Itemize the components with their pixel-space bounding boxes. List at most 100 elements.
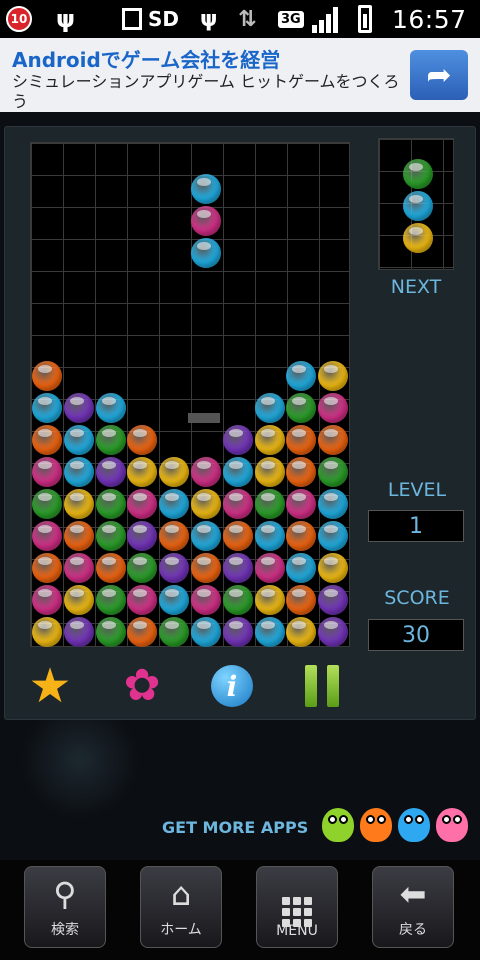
ball [254,489,285,519]
clock: 16:57 [392,4,467,34]
ad-banner[interactable]: Androidでゲーム会社を経営 シミュレーションアプリゲーム ヒットゲームをつ… [0,38,480,112]
ball [95,617,126,647]
ball [127,521,158,551]
ball [254,585,285,615]
level-value: 1 [368,510,464,542]
ball [222,617,253,647]
ball [159,553,190,583]
ball [286,361,317,391]
ball [191,553,221,583]
star-icon[interactable]: ★ [26,662,74,710]
sd-label: SD [148,7,180,31]
ball [222,585,253,615]
ball [286,553,317,583]
next-piece-balls [379,139,453,269]
notification-badge: 10 [6,0,36,38]
ball [127,489,158,519]
falling-ball [191,174,221,204]
ball [318,617,349,647]
ball [254,521,285,551]
home-icon: ⌂ [170,875,192,913]
ball [95,457,126,487]
ball [318,457,349,487]
ball [127,553,158,583]
ball [63,553,94,583]
ball [127,585,158,615]
ball [63,521,94,551]
falling-ball [191,206,221,236]
menu-button[interactable]: MENU [256,866,338,948]
ball [286,521,317,551]
ball [63,425,94,455]
ball [127,457,158,487]
ball [159,617,190,647]
usb-icon: ψ [56,5,76,33]
ball [254,617,285,647]
ball [32,425,62,455]
home-button[interactable]: ⌂ ホーム [140,866,222,948]
ball [286,585,317,615]
ball [32,617,62,647]
ball [222,521,253,551]
ball [222,553,253,583]
ball [32,457,62,487]
ad-title[interactable]: Androidでゲーム会社を経営 [12,44,280,73]
get-more-apps-link[interactable]: GET MORE APPS [162,818,308,837]
critter-icon[interactable] [322,808,354,842]
ball [222,425,253,455]
ball [32,521,62,551]
level-label: LEVEL [387,479,447,501]
ball [32,585,62,615]
info-button[interactable]: i [208,662,256,710]
ball [318,393,349,423]
ball [318,553,349,583]
game-board[interactable] [30,142,350,647]
ball [32,361,62,391]
flower-icon[interactable]: ✿ [118,662,166,710]
back-button[interactable]: ⬅ 戻る [372,866,454,948]
critter-icon[interactable] [360,808,392,842]
next-ball [403,191,433,221]
ball [95,585,126,615]
ball [318,521,349,551]
ball [254,425,285,455]
pause-button[interactable] [298,662,346,710]
ball [159,585,190,615]
ball [286,393,317,423]
critter-icon[interactable] [398,808,430,842]
next-label: NEXT [390,276,442,298]
ball [191,489,221,519]
ball [159,521,190,551]
back-arrow-icon: ⬅ [399,875,427,913]
ball [63,585,94,615]
next-piece-box [378,138,454,270]
battery-icon [358,0,372,38]
ball [254,393,285,423]
ball [286,617,317,647]
ball [318,585,349,615]
next-ball [403,159,433,189]
next-ball [403,223,433,253]
status-bar: 10 ψ SD ψ ⇅ 3G 16:57 [0,0,480,38]
back-label: 戻る [399,922,427,938]
ball [286,457,317,487]
ball [95,393,126,423]
notification-count: 10 [6,6,32,32]
ad-share-button[interactable]: ➦ [410,50,468,100]
ball [63,489,94,519]
ball [63,393,94,423]
critter-icon[interactable] [436,808,468,842]
ball [191,521,221,551]
ball [63,457,94,487]
share-arrow-icon: ➦ [426,57,452,93]
ball [127,617,158,647]
ball [286,489,317,519]
ball [95,553,126,583]
search-button[interactable]: ⚲ 検索 [24,866,106,948]
search-label: 検索 [51,922,79,938]
sd-card-icon [122,8,142,30]
board-balls [31,143,349,647]
ball [32,553,62,583]
ball [95,521,126,551]
ball [191,585,221,615]
